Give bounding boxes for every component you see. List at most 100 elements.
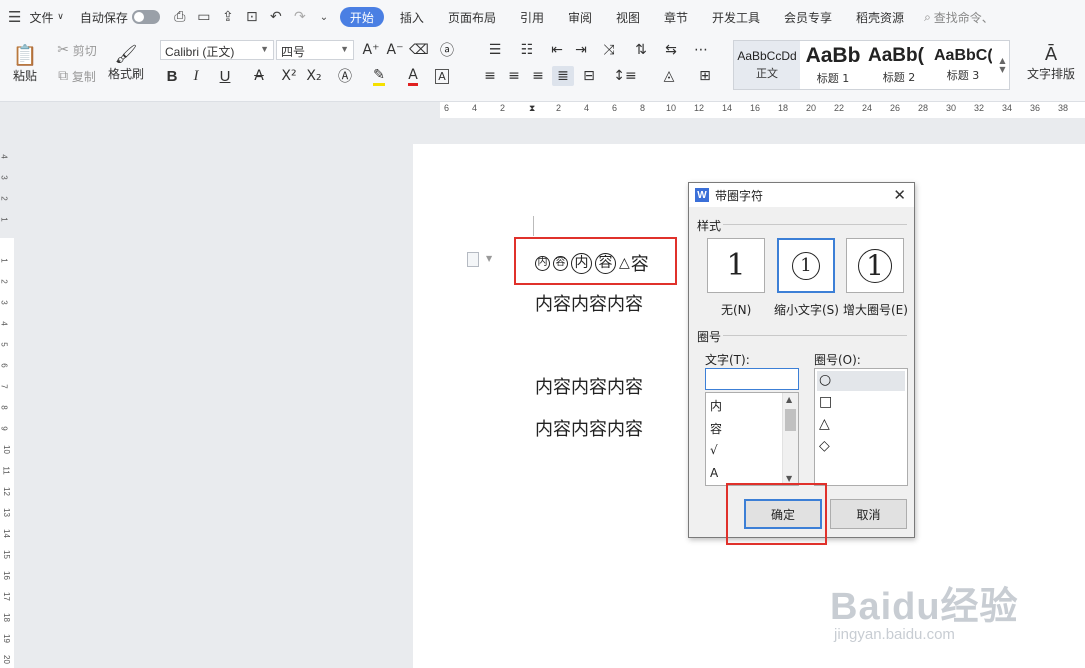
text-input[interactable] [705,368,799,390]
text-effect-icon[interactable]: Ⓐ [330,66,360,86]
cancel-button[interactable]: 取消 [830,499,907,529]
ruler-tick: 2 [500,103,506,113]
vertical-ruler[interactable]: 4 3 2 1 1 2 3 4 5 6 7 8 9 10 11 12 13 14… [0,118,14,668]
undo-icon[interactable]: ↶ [264,0,288,34]
pinyin-guide-icon[interactable]: ⓐ [432,40,462,60]
numbered-list-icon[interactable]: ☷ [512,40,542,60]
shrink-font-icon[interactable]: A⁻ [384,40,406,60]
diamond-icon[interactable]: ◇ [819,438,830,454]
ruler-tick: 22 [834,103,845,113]
style-heading-1[interactable]: AaBb 标题 1 [800,41,866,89]
square-icon[interactable]: □ [819,394,832,410]
paste-label: 粘贴 [12,68,37,83]
scroll-up-icon[interactable]: ▲ [786,395,792,404]
print-icon[interactable]: ⎙ [168,0,192,34]
ruler-tick: 1 [0,217,9,222]
underline-button[interactable]: U [210,66,240,86]
highlight-icon[interactable]: ✎ [364,66,394,86]
style-option-shrink-text[interactable]: 1 [777,238,835,293]
align-right-icon[interactable]: ≡ [528,66,548,86]
distributed-icon[interactable]: ⊟ [578,66,600,86]
autosave-toggle[interactable]: 自动保存 [72,0,168,34]
text-list-item[interactable]: √ [710,443,718,457]
italic-button[interactable]: I [186,66,206,86]
horizontal-ruler[interactable]: 6 4 2 ⧗ 2 4 6 8 10 12 14 16 18 20 22 24 … [0,102,1085,118]
tab-member[interactable]: 会员专享 [772,0,844,34]
style-heading-2[interactable]: AaBb( 标题 2 [866,41,932,89]
command-search[interactable]: ⌕ 查找命令、 [924,9,994,26]
document-line[interactable]: 内容内容内容 [535,290,643,316]
dialog-title-bar[interactable]: W 带圈字符 ✕ [689,183,914,207]
bold-button[interactable]: B [162,66,182,86]
tab-home[interactable]: 开始 [339,7,384,27]
scroll-down-icon[interactable]: ▼ [786,474,792,483]
increase-indent-icon[interactable]: ⇥ [570,40,592,60]
ruler-tick: 16 [750,103,761,113]
paste-button[interactable]: 📋 粘贴 [6,38,44,88]
cut-button[interactable]: ✂ 剪切 [52,40,102,60]
save-icon[interactable]: ▭ [192,0,216,34]
chevron-down-icon[interactable]: ▼ [486,254,492,263]
close-icon[interactable]: ✕ [893,186,906,204]
copy-button[interactable]: ⧉ 复制 [52,66,102,86]
style-gallery-scroll-icon[interactable]: ▲ ▼ [996,41,1009,89]
document-line[interactable]: 内容内容内容 [535,415,643,441]
toggle-switch-icon[interactable] [131,10,160,24]
triangle-icon[interactable]: △ [819,416,830,432]
tab-view[interactable]: 视图 [604,0,652,34]
line-spacing-icon[interactable]: ↕≡ [610,66,640,86]
align-left-icon[interactable]: ≡ [480,66,500,86]
style-normal[interactable]: AaBbCcDd 正文 [734,41,800,89]
text-list-item[interactable]: 容 [710,420,722,437]
style-heading-3[interactable]: AaBbC( 标题 3 [932,41,994,89]
text-list-item[interactable]: 内 [710,397,722,414]
font-name-select[interactable]: Calibri (正文) ▼ [160,40,274,60]
file-menu[interactable]: 文件 ∨ [21,0,71,34]
borders-icon[interactable]: ⊞ [690,66,720,86]
customize-toolbar-icon[interactable]: ⌄ [312,0,336,34]
enclosure-list[interactable]: ○ □ △ ◇ [814,368,908,486]
superscript-icon[interactable]: X² [278,66,300,86]
tab-chapter[interactable]: 章节 [652,0,700,34]
chinese-layout-icon[interactable]: ⤨ [594,40,624,60]
document-line[interactable]: 内容内容内容 [535,373,643,399]
tab-references[interactable]: 引用 [508,0,556,34]
justify-icon[interactable]: ≣ [552,66,574,86]
show-marks-icon[interactable]: ⋯ [690,40,712,60]
tab-resources[interactable]: 稻壳资源 [844,0,916,34]
font-color-icon[interactable]: A [398,66,428,86]
subscript-icon[interactable]: X₂ [302,66,326,86]
print-preview-icon[interactable]: ⊡ [240,0,264,34]
paragraph-handle-icon[interactable] [467,252,479,267]
format-painter-button[interactable]: 🖌 格式刷 [106,38,146,88]
clear-format-icon[interactable]: ⌫ [408,40,430,60]
shading-icon[interactable]: ◬ [654,66,684,86]
text-direction-icon[interactable]: ⇆ [656,40,686,60]
tab-developer[interactable]: 开发工具 [700,0,772,34]
text-list[interactable]: 内 容 √ A ▲ ▼ [705,392,799,486]
circle-icon[interactable]: ○ [819,372,831,388]
char-border-icon[interactable]: A [432,66,452,86]
text-list-scrollbar[interactable]: ▲ ▼ [782,393,798,485]
style-option-enlarge-circle[interactable]: 1 [846,238,904,293]
tab-insert[interactable]: 插入 [388,0,436,34]
hamburger-menu-icon[interactable]: ☰ [8,8,21,26]
sort-icon[interactable]: ⇅ [630,40,652,60]
strikethrough-icon[interactable]: A [244,66,274,86]
font-size-select[interactable]: 四号 ▼ [276,40,354,60]
scissors-icon: ✂ [57,42,69,58]
grow-font-icon[interactable]: A⁺ [360,40,382,60]
decrease-indent-icon[interactable]: ⇤ [546,40,568,60]
export-pdf-icon[interactable]: ⇪ [216,0,240,34]
highlight-box-ok [726,483,827,545]
text-layout-button[interactable]: Ā 文字排版 [1020,38,1082,88]
redo-icon[interactable]: ↷ [288,0,312,34]
indent-marker-icon[interactable]: ⧗ [529,103,535,114]
tab-review[interactable]: 审阅 [556,0,604,34]
style-option-none[interactable]: 1 [707,238,765,293]
tab-page-layout[interactable]: 页面布局 [436,0,508,34]
scrollbar-thumb[interactable] [785,409,796,431]
align-center-icon[interactable]: ≡ [504,66,524,86]
text-list-item[interactable]: A [710,466,718,480]
bullet-list-icon[interactable]: ☰ [480,40,510,60]
